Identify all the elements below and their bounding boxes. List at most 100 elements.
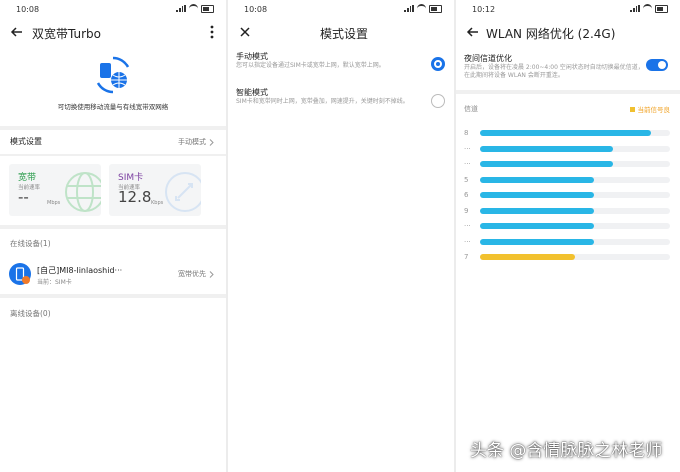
cellular-signal-icon (630, 5, 640, 12)
option-title: 智能模式 (236, 88, 268, 97)
sim-speed-card[interactable]: SIM卡 当前速率 12.8 Kbps (109, 164, 201, 216)
channel-bar (480, 176, 594, 183)
battery-icon (655, 4, 668, 13)
status-bar: 10:12 (456, 0, 680, 18)
watermark: 头条 @含情脉脉之林老师 (470, 441, 663, 461)
mode-setting-row[interactable]: 模式设置 手动模式 (0, 130, 226, 152)
online-devices-header: 在线设备(1) (10, 239, 51, 248)
channel-label: 6 (464, 191, 469, 199)
mode-option-manual[interactable]: 手动模式 您可以指定设备通过SIM卡或宽带上网，默认宽带上网。 (228, 48, 454, 82)
hero-description: 可切换使用移动流量与有线宽带双网络 (57, 103, 169, 111)
channel-bar (480, 161, 613, 167)
radio-selected[interactable] (431, 57, 445, 71)
sim-speed-value: 12.8 (118, 188, 152, 206)
sim-speed-unit: Kbps (151, 200, 164, 206)
channel-label: 9 (464, 206, 469, 215)
close-icon[interactable] (238, 25, 252, 39)
section-divider (0, 294, 226, 298)
section-divider (0, 225, 226, 229)
channel-bar-row: ··· (464, 144, 670, 154)
channel-bar-track (480, 161, 670, 167)
channel-bar-row: 6 (464, 190, 670, 200)
channel-label: 5 (464, 175, 469, 184)
night-optimization-toggle[interactable] (646, 59, 668, 71)
panel-dual-broadband: 10:08 双宽带Turbo 可切换使用移动流量与有线宽带双网络 模式设置 手动… (0, 0, 226, 472)
mode-setting-label: 模式设置 (10, 137, 42, 146)
sim-card-title: SIM卡 (118, 173, 144, 183)
status-bar: 10:08 (228, 0, 454, 18)
legend-swatch (629, 106, 635, 112)
channel-header: 信道 (464, 105, 478, 113)
channel-bar-row: 9 (464, 206, 670, 216)
section-divider (0, 154, 226, 156)
channel-bar (480, 130, 651, 136)
channel-bar-row: ··· (464, 159, 670, 169)
channel-bar-track (480, 145, 670, 152)
battery-icon (429, 4, 442, 13)
mode-setting-value: 手动模式 (178, 138, 206, 146)
status-time: 10:08 (244, 5, 268, 14)
broadband-speed-value: -- (18, 188, 29, 206)
channel-bar-row: 8 (464, 128, 670, 138)
dual-network-switch-icon (96, 56, 130, 94)
device-connection: 当前：SIM卡 (37, 279, 72, 286)
channel-label: 7 (464, 253, 469, 261)
channel-bar-row: 7 (464, 252, 670, 262)
mobile-data-icon (165, 172, 201, 212)
wifi-icon (417, 4, 426, 13)
channel-label: ··· (464, 144, 471, 153)
globe-icon (65, 172, 101, 212)
option-description: 您可以指定设备通过SIM卡或宽带上网，默认宽带上网。 (236, 62, 385, 69)
channel-bar (480, 223, 594, 229)
channel-bar-track (480, 238, 670, 245)
legend-label: 当前信号良 (637, 106, 671, 114)
chevron-right-icon (209, 270, 214, 278)
device-priority-value: 宽带优先 (178, 270, 206, 278)
channel-bar-row: ··· (464, 221, 670, 231)
phone-device-icon (9, 263, 31, 285)
cellular-signal-icon (176, 5, 186, 12)
channel-bar (480, 238, 594, 245)
panel-wlan-optimization: 10:12 WLAN 网络优化 (2.4G) 夜间信道优化 开启后，设备将在凌晨… (456, 0, 680, 472)
channel-bar-track (480, 207, 670, 214)
broadband-speed-unit: Mbps (47, 200, 61, 206)
channel-bar-track (480, 176, 670, 183)
more-options-icon[interactable] (210, 25, 214, 39)
top-app-bar: WLAN 网络优化 (2.4G) (456, 20, 680, 44)
channel-bar (480, 145, 613, 152)
cellular-signal-icon (404, 5, 414, 12)
wifi-icon (643, 4, 652, 13)
night-optimization-description: 开启后，设备将在凌晨 2:00~4:00 空闲状态时自动切换最优信道，在此期间将… (464, 64, 644, 79)
broadband-speed-card[interactable]: 宽带 当前速率 -- Mbps (9, 164, 101, 216)
panel-mode-settings: 10:08 模式设置 手动模式 您可以指定设备通过SIM卡或宽带上网，默认宽带上… (228, 0, 454, 472)
chevron-right-icon (209, 138, 214, 146)
channel-bar-track (480, 192, 670, 198)
channel-bar-track (480, 254, 670, 260)
night-optimization-title: 夜间信道优化 (464, 54, 512, 63)
channel-bar (480, 207, 594, 214)
status-time: 10:08 (16, 5, 40, 14)
page-title: 模式设置 (320, 27, 369, 41)
device-name: [自己]MI8-linlaoshid··· (37, 266, 123, 275)
top-app-bar: 双宽带Turbo (0, 20, 226, 44)
option-description: SIM卡和宽带同时上网，宽带叠加，网速提升，关键时刻不掉线。 (236, 98, 409, 105)
signal-legend: 当前信号良 (629, 104, 671, 114)
channel-bar-track (480, 130, 670, 136)
section-divider (456, 90, 680, 94)
mode-option-smart[interactable]: 智能模式 SIM卡和宽带同时上网，宽带叠加，网速提升，关键时刻不掉线。 (228, 84, 454, 120)
top-app-bar: 模式设置 (228, 20, 454, 44)
broadband-card-title: 宽带 (18, 173, 37, 183)
page-title: 双宽带Turbo (32, 27, 102, 41)
channel-bar-track (480, 223, 670, 229)
channel-label: 8 (464, 129, 469, 137)
channel-label: ··· (464, 160, 471, 168)
status-bar: 10:08 (0, 0, 226, 18)
wifi-icon (189, 4, 198, 13)
radio-unselected[interactable] (431, 94, 445, 108)
channel-bar (480, 192, 594, 198)
back-arrow-icon[interactable] (466, 25, 480, 39)
back-arrow-icon[interactable] (10, 25, 24, 39)
status-time: 10:12 (472, 5, 496, 14)
channel-bar-row: ··· (464, 237, 670, 247)
page-title: WLAN 网络优化 (2.4G) (486, 27, 616, 41)
